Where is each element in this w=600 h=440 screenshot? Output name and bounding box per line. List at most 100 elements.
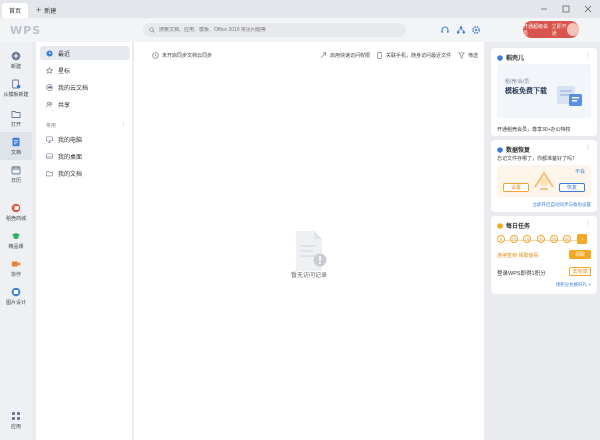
nav-item-shared[interactable]: 共享 [40,97,130,111]
claim-button[interactable]: 领取 [569,250,591,259]
minimize-icon[interactable] [540,5,548,13]
goto-task-button[interactable]: 去完成 [569,267,591,276]
coin-day: 10 [510,235,518,243]
coin-day: 20 [537,235,545,243]
docer-small-icon [497,54,503,61]
nav-panel: 最近 星标 我的云文档 共享 常用 ⋮ 我的电脑 我的桌面 我的文档 [36,42,132,440]
more-icon[interactable]: ⋮ [585,144,591,151]
star-icon [46,66,53,74]
empty-state-text: 暂无访问记录 [290,273,327,279]
search-input[interactable] [159,27,399,33]
more-rewards-link[interactable]: 领积分兑换好礼 > [556,282,591,288]
docer-ad-card[interactable]: 稻壳儿 ⋮ 稻/壳/会/员 模板免费下载 开通稻壳会员，尊享30+办公特权 [491,48,597,136]
quick-access-button[interactable]: 启用快速访问权限 [320,50,370,60]
sidebar-item-image-design[interactable]: 图片设计 [0,282,32,310]
sidebar-item-template[interactable]: 从模板新建 [0,74,32,102]
sidebar-item-apps[interactable]: 应用 [0,406,32,434]
daily-task-card: 每日任务 ⋮ 5 10 15 20 25 30 ? 连续签到 领取惊喜 领取 登… [491,216,597,294]
maximize-icon[interactable] [562,5,570,13]
tab-home-label: 首页 [8,9,21,15]
phone-icon [377,51,382,59]
sidebar-item-collab[interactable]: 协作 [0,254,32,282]
nav-section-header: 常用 ⋮ [46,122,126,129]
sidebar-item-courses[interactable]: 精品课 [0,226,32,254]
task-icon [497,222,503,229]
more-icon[interactable]: ⋮ [585,52,591,59]
recovery-icon [497,146,503,153]
ad-banner-main: 模板免费下载 [505,88,547,95]
settings-gear-icon[interactable] [471,25,481,35]
vip-label: 开通超级会员 [523,23,549,37]
sidebar-item-label: 打开 [10,121,21,128]
nav-item-recent[interactable]: 最近 [40,46,130,60]
recovery-badge: 不会 [574,169,585,175]
sidebar-item-label: 精品课 [8,243,24,250]
card-title-text: 稻壳儿 [506,56,525,62]
ad-illustration [557,86,582,106]
document-icon [12,137,20,146]
filter-label: 筛选 [468,52,479,59]
search-icon [149,27,155,33]
vip-button[interactable]: 开通超级会员 立即开通 [523,21,579,38]
nav-item-label: 我的电脑 [58,137,83,144]
ad-banner-top: 稻/壳/会/员 [505,79,530,85]
link-phone-button[interactable]: 关联手机，随身访问最近文件 [376,50,451,60]
filter-button[interactable]: 筛选 [458,50,478,60]
sidebar-item-documents[interactable]: 文档 [0,132,32,160]
card-title-text: 数据恢复 [506,148,531,154]
sidebar-item-docer[interactable]: 稻壳商城 [0,198,32,226]
quick-access-icon [320,52,327,58]
nav-item-computer[interactable]: 我的电脑 [40,132,130,146]
sidebar-item-label: 从模板新建 [3,91,29,98]
video-icon [11,261,21,266]
clock-icon [46,49,53,57]
link-phone-label: 关联手机，随身访问最近文件 [386,52,452,59]
nav-item-starred[interactable]: 星标 [40,63,130,77]
gift-icon: ? [577,234,587,244]
plus-circle-icon [11,51,21,60]
sidebar-item-open[interactable]: 打开 [0,104,32,132]
nav-section-label: 常用 [46,123,57,129]
template-icon [12,79,21,88]
recovery-restore-button[interactable]: 恢复 [559,183,585,192]
nav-item-label: 共享 [58,102,71,109]
nav-item-desktop[interactable]: 我的桌面 [40,149,130,163]
more-icon[interactable]: ⋮ [585,220,591,227]
recovery-link[interactable]: 立即开启自动同步与备份设置 [533,202,592,208]
ad-banner[interactable]: 稻/壳/会/员 模板免费下载 [497,64,591,118]
sidebar-item-new[interactable]: 新建 [0,46,32,74]
cloud-sync-status[interactable]: 未开启同步文档云同步 [152,50,212,60]
close-icon[interactable] [584,5,592,13]
nav-item-label: 最近 [58,51,71,58]
docer-icon [11,203,21,212]
sidebar-item-label: 新建 [10,63,21,70]
quick-access-label: 启用快速访问权限 [330,52,371,59]
search-box[interactable] [143,23,406,37]
left-sidebar: 新建 从模板新建 打开 文档 日历 稻壳商城 精品课 协作 图片设计 应用 [0,42,32,440]
nav-item-my-docs[interactable]: 我的文档 [40,166,130,180]
tab-bar: 首页 + 新建 [0,0,600,18]
sidebar-item-label: 稻壳商城 [5,215,26,222]
nav-item-cloud[interactable]: 我的云文档 [40,80,130,94]
recovery-settings-button[interactable]: 设置 [503,183,529,192]
sidebar-item-label: 协作 [10,271,21,278]
tab-home[interactable]: 首页 [2,3,28,18]
tab-new[interactable]: + 新建 [36,4,56,16]
calendar-icon [11,165,21,174]
share-users-icon [46,101,53,107]
right-panel: 稻壳儿 ⋮ 稻/壳/会/员 模板免费下载 开通稻壳会员，尊享30+办公特权 数据… [487,42,600,440]
cloud-icon [46,83,53,91]
sidebar-item-label: 图片设计 [5,299,26,306]
nav-item-label: 我的文档 [58,171,83,178]
sidebar-item-calendar[interactable]: 日历 [0,160,32,188]
network-icon[interactable] [456,25,466,35]
coin-day: 30 [563,235,571,243]
nav-item-label: 星标 [58,68,71,75]
graduation-cap-icon [11,232,21,239]
plus-icon: + [36,4,42,15]
nav-section-action[interactable]: ⋮ [121,122,126,129]
task-desc: 登录WPS即得1积分 [497,271,546,277]
computer-icon [46,136,53,143]
coin-day: 5 [497,235,505,243]
headset-icon[interactable] [440,25,450,35]
